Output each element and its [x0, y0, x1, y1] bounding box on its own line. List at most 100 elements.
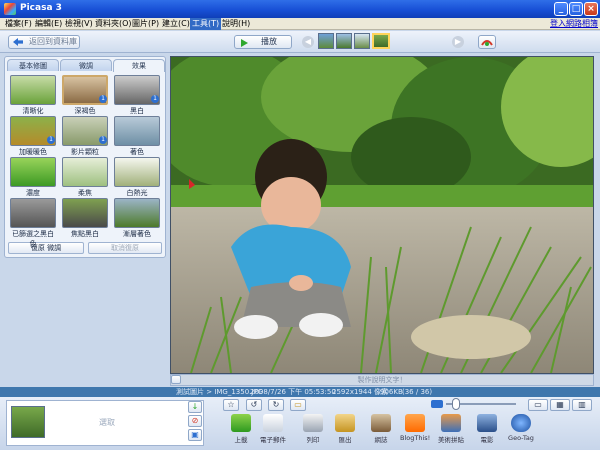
effect-label: 著色 [130, 148, 144, 156]
effect-label: 濃度 [26, 189, 40, 197]
effect-preview-thumbnail [114, 157, 160, 187]
tool-label: BlogThis! [400, 434, 431, 442]
geotag-icon [511, 414, 531, 432]
filmstrip-thumb[interactable] [318, 33, 334, 49]
blog-icon [371, 414, 391, 432]
effect-item[interactable]: 1 深褐色 [62, 75, 108, 116]
tool-print-button[interactable]: 列印 [298, 414, 328, 444]
minimize-icon[interactable]: _ [554, 2, 568, 16]
tool-export-button[interactable]: 匯出 [330, 414, 360, 444]
tool-blogger-button[interactable]: BlogThis! [400, 414, 430, 442]
effect-item[interactable]: 著色 [114, 116, 160, 157]
effect-applied-badge: 1 [47, 136, 55, 144]
next-photo-icon[interactable]: ▶ [452, 36, 464, 48]
tool-collage-button[interactable]: 美術拼貼 [436, 414, 466, 444]
compare-view-icon[interactable]: ▥ [572, 399, 592, 411]
rotate-left-icon[interactable]: ↺ [246, 399, 262, 411]
photo-filesize: 906KB [380, 388, 403, 396]
effect-preview-thumbnail [10, 198, 56, 228]
close-icon[interactable]: × [584, 2, 598, 16]
status-bar: 測試圖片 > IMG_1350.JPG 2008/7/26 下午 05:53:5… [0, 387, 600, 397]
effect-item[interactable]: 柔焦 [62, 157, 108, 198]
tool-label: 列印 [306, 436, 320, 444]
redeye-tool-icon[interactable] [478, 35, 496, 49]
fit-view-icon[interactable]: ▭ [528, 399, 548, 411]
tool-movie-button[interactable]: 電影 [472, 414, 502, 444]
effect-item[interactable]: 濃度 [10, 157, 56, 198]
tool-upload-button[interactable]: 上載 [226, 414, 256, 444]
menu-tools[interactable]: 工具(T) [190, 18, 222, 30]
tool-blog-button[interactable]: 網誌 [366, 414, 396, 444]
photo-viewer[interactable] [151, 42, 600, 374]
tool-label: 上載 [234, 436, 248, 444]
zoom-slider-handle[interactable] [452, 398, 460, 410]
play-slideshow-button[interactable]: 播放 [234, 35, 292, 49]
tab-effects[interactable]: 效果 [113, 59, 165, 72]
back-arrow-icon [13, 38, 23, 46]
previous-photo-icon[interactable]: ◀ [302, 36, 314, 48]
play-label: 播放 [261, 37, 277, 46]
rotate-right-icon[interactable]: ↻ [268, 399, 284, 411]
actual-size-icon[interactable]: ▦ [550, 399, 570, 411]
back-to-library-button[interactable]: 返回到資料庫 [8, 35, 80, 49]
filmstrip-thumb-current[interactable] [372, 33, 390, 49]
tab-basic-fixes[interactable]: 基本修圖 [7, 59, 59, 71]
caption-input[interactable]: 製作說明文字！ [170, 374, 594, 386]
menu-edit[interactable]: 編輯(E) [33, 18, 64, 30]
menu-picture[interactable]: 圖片(P) [130, 18, 161, 30]
effect-item[interactable]: 白熱光 [114, 157, 160, 198]
play-icon [241, 39, 248, 47]
effect-item[interactable]: 已篩選之黑白色 [10, 198, 56, 249]
title-bar: Picasa 3 _ □ × [0, 0, 600, 18]
photo-datetime: 2008/7/26 下午 05:53:50 [250, 388, 336, 396]
folder-icon[interactable]: ▭ [290, 399, 306, 411]
menu-help[interactable]: 說明(H) [220, 18, 252, 30]
effect-label: 清晰化 [22, 107, 44, 115]
tool-label: 匯出 [338, 436, 352, 444]
tool-label: 電子郵件 [260, 436, 286, 444]
movie-icon [477, 414, 497, 432]
zoom-icon [431, 400, 443, 408]
filmstrip-thumb[interactable] [336, 33, 352, 49]
window-title: Picasa 3 [20, 3, 62, 13]
effect-applied-badge: 1 [99, 95, 107, 103]
tray-thumbnail[interactable] [11, 406, 45, 438]
star-icon[interactable]: ☆ [223, 399, 239, 411]
sign-in-web-albums-link[interactable]: 登入網路相簿 [550, 18, 598, 30]
maximize-icon[interactable]: □ [569, 2, 583, 16]
menu-folder[interactable]: 資料夾(O) [93, 18, 134, 30]
selection-tray[interactable]: 選取 [6, 400, 204, 446]
tray-label: 選取 [99, 418, 115, 427]
tool-label: 美術拼貼 [438, 436, 464, 444]
add-to-album-icon[interactable]: ▣ [188, 429, 202, 441]
effect-label: 深褐色 [74, 107, 96, 115]
effect-preview-thumbnail [62, 198, 108, 228]
menu-bar: 檔案(F) 編輯(E) 檢視(V) 資料夾(O) 圖片(P) 建立(C) 工具(… [0, 18, 600, 30]
effect-item[interactable]: 1 影片顆粒 [62, 116, 108, 157]
effect-label: 影片顆粒 [71, 148, 99, 156]
effect-preview-thumbnail [10, 157, 56, 187]
effect-item[interactable]: 1 黑白 [114, 75, 160, 116]
menu-create[interactable]: 建立(C) [160, 18, 192, 30]
redo-button[interactable]: 取消復原 [88, 242, 162, 254]
effect-item[interactable]: 清晰化 [10, 75, 56, 116]
filmstrip-thumb[interactable] [354, 33, 370, 49]
menu-view[interactable]: 檢視(V) [63, 18, 95, 30]
caption-toggle-icon[interactable] [171, 375, 181, 384]
tab-tuning[interactable]: 微調 [60, 59, 112, 71]
hold-pin-icon[interactable]: ↓ [188, 401, 202, 413]
blogger-icon [405, 414, 425, 432]
effect-label: 已篩選之黑白色 [12, 230, 54, 248]
print-icon [303, 414, 323, 432]
tool-email-button[interactable]: 電子郵件 [258, 414, 288, 444]
tool-geotag-button[interactable]: Geo-Tag [506, 414, 536, 442]
effect-label: 漸層著色 [123, 230, 151, 238]
effect-item[interactable]: 焦點黑白 [62, 198, 108, 239]
clear-tray-icon[interactable]: ⊘ [188, 415, 202, 427]
menu-file[interactable]: 檔案(F) [3, 18, 34, 30]
back-to-library-label: 返回到資料庫 [29, 37, 77, 46]
effect-item[interactable]: 漸層著色 [114, 198, 160, 239]
tool-label: 網誌 [374, 436, 388, 444]
toolbar: 返回到資料庫 播放 ◀ ▶ [0, 31, 600, 53]
effect-item[interactable]: 1 加暖暖色 [10, 116, 56, 157]
